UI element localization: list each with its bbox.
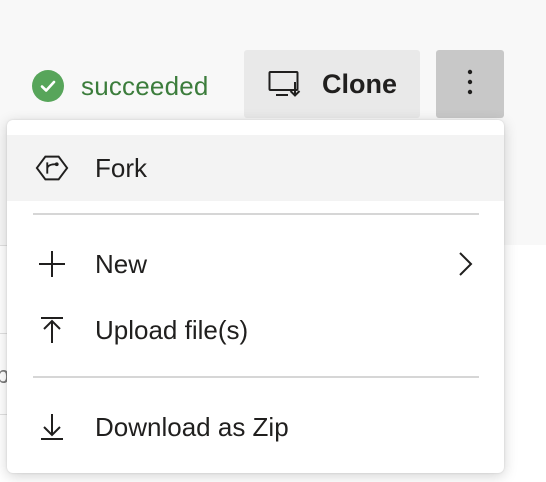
- check-circle-icon: [32, 70, 64, 102]
- menu-item-label: New: [95, 248, 148, 279]
- fork-icon: [34, 150, 70, 186]
- menu-divider: [33, 376, 479, 378]
- menu-item-upload[interactable]: Upload file(s): [7, 297, 504, 363]
- plus-icon: [34, 246, 70, 282]
- more-vertical-icon: [467, 68, 473, 101]
- menu-item-download-zip[interactable]: Download as Zip: [7, 394, 504, 460]
- menu-item-label: Download as Zip: [95, 411, 289, 442]
- menu-item-fork[interactable]: Fork: [7, 135, 504, 201]
- menu-item-label: Upload file(s): [95, 314, 249, 345]
- more-options-button[interactable]: [436, 50, 504, 118]
- menu-item-new[interactable]: New: [7, 231, 504, 297]
- clone-button-label: Clone: [322, 68, 398, 99]
- build-status: succeeded: [32, 70, 209, 102]
- upload-icon: [34, 312, 70, 348]
- download-icon: [34, 409, 70, 445]
- menu-item-label: Fork: [95, 152, 147, 183]
- clone-button[interactable]: Clone: [244, 50, 420, 118]
- status-text: succeeded: [81, 70, 209, 101]
- more-options-menu: Fork New Upload file(s) Download as Zip: [7, 120, 504, 473]
- chevron-right-icon: [455, 250, 475, 278]
- menu-divider: [33, 213, 479, 215]
- monitor-download-icon: [268, 70, 302, 98]
